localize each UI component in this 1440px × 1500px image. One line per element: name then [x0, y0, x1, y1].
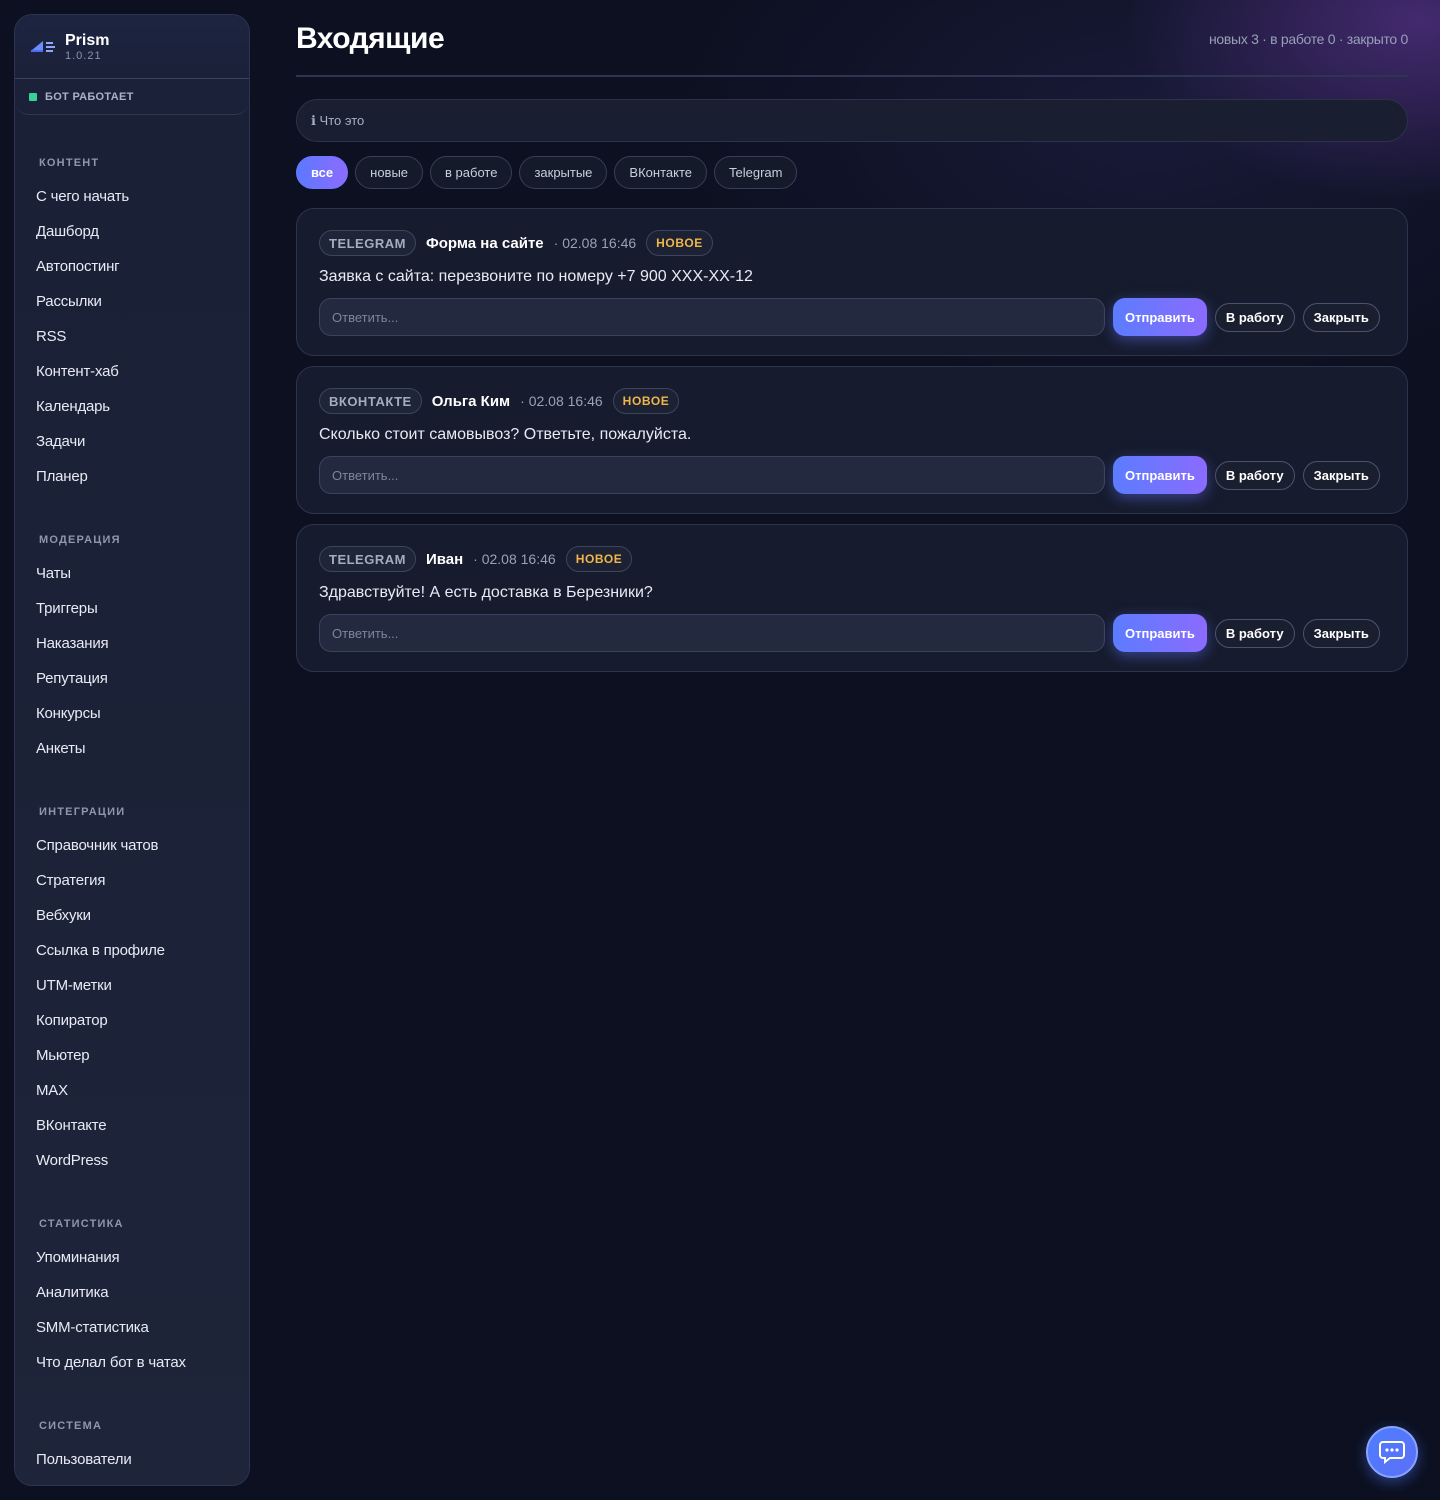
- close-message-button[interactable]: Закрыть: [1302, 302, 1380, 332]
- page-title: Входящие: [296, 21, 445, 55]
- sidebar-item-3-0[interactable]: Упоминания: [36, 1240, 249, 1275]
- message-meta: TELEGRAM Иван · 02.08 16:46 НОВОЕ: [319, 546, 1385, 572]
- nav-section-title: СИСТЕМА: [39, 1420, 103, 1432]
- message-author: Иван: [425, 550, 464, 568]
- message-text: Заявка с сайта: перезвоните по номеру +7…: [319, 268, 753, 285]
- nav-section-title: СТАТИСТИКА: [39, 1218, 124, 1230]
- brand-version: 1.0.21: [65, 49, 102, 62]
- filter-chips: все новые в работе закрытые ВКонтакте Telegra…: [296, 156, 1408, 189]
- status-badge: НОВОЕ: [612, 388, 680, 414]
- source-badge: ВКОНТАКТЕ: [319, 388, 422, 414]
- message-card: TELEGRAM Форма на сайте · 02.08 16:46 НОВОЕ…: [296, 208, 1408, 356]
- prism-logo-icon: [29, 36, 57, 58]
- sidebar-item-2-1[interactable]: Стратегия: [36, 863, 249, 898]
- status-badge: НОВОЕ: [646, 230, 713, 256]
- sidebar-item-0-1[interactable]: Дашборд: [36, 214, 249, 249]
- brand[interactable]: Prism 1.0.21: [15, 15, 249, 79]
- take-to-work-button[interactable]: В работу: [1214, 460, 1295, 490]
- message-author: Форма на сайте: [425, 234, 544, 252]
- sidebar-item-1-1[interactable]: Триггеры: [36, 591, 249, 626]
- filter-chip[interactable]: в работе: [430, 156, 513, 189]
- close-message-button[interactable]: Закрыть: [1302, 460, 1380, 490]
- message-actions: ОтправитьВ работуЗакрыть: [319, 456, 1385, 494]
- sidebar-item-3-3[interactable]: Что делал бот в чатах: [36, 1345, 249, 1380]
- sidebar: Prism 1.0.21 БОТ РАБОТАЕТ КОНТЕНТ С чего …: [14, 14, 250, 1486]
- reply-input[interactable]: [319, 298, 1105, 336]
- sidebar-item-0-5[interactable]: Контент-хаб: [36, 354, 249, 389]
- sidebar-item-0-6[interactable]: Календарь: [36, 389, 249, 424]
- what-is-this-toggle[interactable]: ℹ Что это: [296, 99, 1408, 142]
- bot-status: БОТ РАБОТАЕТ: [15, 79, 249, 115]
- page-header: Входящие новых 3 · в работе 0 · закрыто …: [296, 0, 1408, 77]
- message-actions: ОтправитьВ работуЗакрыть: [319, 614, 1385, 652]
- message-time: · 02.08 16:46: [553, 235, 637, 251]
- sidebar-item-1-4[interactable]: Конкурсы: [36, 696, 249, 731]
- sidebar-item-1-0[interactable]: Чаты: [36, 556, 249, 591]
- chat-fab-button[interactable]: [1366, 1426, 1418, 1478]
- filter-chip[interactable]: все: [296, 156, 349, 189]
- main-content: Входящие новых 3 · в работе 0 · закрыто …: [296, 0, 1408, 672]
- source-badge: TELEGRAM: [319, 230, 416, 256]
- take-to-work-button[interactable]: В работу: [1214, 618, 1295, 648]
- status-badge: НОВОЕ: [565, 546, 633, 572]
- sidebar-item-4-0[interactable]: Пользователи: [36, 1442, 249, 1477]
- reply-input[interactable]: [319, 614, 1105, 652]
- reply-input[interactable]: [319, 456, 1105, 494]
- sidebar-item-0-3[interactable]: Рассылки: [36, 284, 249, 319]
- message-time: · 02.08 16:46: [520, 393, 603, 409]
- message-actions: ОтправитьВ работуЗакрыть: [319, 298, 1385, 336]
- message-meta: ВКОНТАКТЕ Ольга Ким · 02.08 16:46 НОВОЕ: [319, 388, 1385, 414]
- sidebar-item-0-4[interactable]: RSS: [36, 319, 249, 354]
- message-text: Сколько стоит самовывоз? Ответьте, пожал…: [319, 426, 692, 443]
- message-list: TELEGRAM Форма на сайте · 02.08 16:46 НОВОЕ…: [296, 208, 1408, 672]
- sidebar-item-2-0[interactable]: Справочник чатов: [36, 828, 249, 863]
- nav-section-title: МОДЕРАЦИЯ: [39, 534, 121, 546]
- filter-chip[interactable]: новые: [355, 156, 424, 189]
- message-card: TELEGRAM Иван · 02.08 16:46 НОВОЕ Здравствуй…: [296, 524, 1408, 672]
- sidebar-item-4-1[interactable]: Кто что делал в панели: [36, 1477, 249, 1485]
- sidebar-item-2-8[interactable]: ВКонтакте: [36, 1108, 249, 1143]
- nav-section-title: ИНТЕГРАЦИИ: [39, 806, 126, 818]
- status-counts: новых 3 · в работе 0 · закрыто 0: [1209, 30, 1408, 47]
- filter-chip[interactable]: Telegram: [713, 156, 798, 189]
- sidebar-item-2-6[interactable]: Мьютер: [36, 1038, 249, 1073]
- send-button[interactable]: Отправить: [1113, 456, 1207, 494]
- brand-name: Prism: [65, 31, 110, 49]
- message-time: · 02.08 16:46: [473, 551, 556, 567]
- sidebar-item-0-0[interactable]: С чего начать: [36, 179, 249, 214]
- sidebar-item-3-1[interactable]: Аналитика: [36, 1275, 249, 1310]
- sidebar-item-2-5[interactable]: Копиратор: [36, 1003, 249, 1038]
- message-card: ВКОНТАКТЕ Ольга Ким · 02.08 16:46 НОВОЕ Скол…: [296, 366, 1408, 514]
- filter-chip[interactable]: закрытые: [519, 156, 608, 189]
- bot-status-label: БОТ РАБОТАЕТ: [45, 90, 134, 103]
- send-button[interactable]: Отправить: [1113, 298, 1207, 336]
- sidebar-item-1-3[interactable]: Репутация: [36, 661, 249, 696]
- chat-bubble-icon: [1379, 1441, 1405, 1464]
- sidebar-item-0-2[interactable]: Автопостинг: [36, 249, 249, 284]
- message-author: Ольга Ким: [431, 392, 511, 410]
- status-dot-icon: [29, 92, 37, 101]
- sidebar-item-0-7[interactable]: Задачи: [36, 424, 249, 459]
- sidebar-item-0-8[interactable]: Планер: [36, 459, 249, 494]
- sidebar-item-2-4[interactable]: UTM-метки: [36, 968, 249, 1003]
- sidebar-item-1-2[interactable]: Наказания: [36, 626, 249, 661]
- send-button[interactable]: Отправить: [1113, 614, 1207, 652]
- sidebar-item-2-7[interactable]: MAX: [36, 1073, 249, 1108]
- sidebar-nav: КОНТЕНТ С чего начать Дашборд Автопостинг Ра…: [15, 157, 249, 1485]
- filter-chip[interactable]: ВКонтакте: [614, 156, 707, 189]
- sidebar-item-1-5[interactable]: Анкеты: [36, 731, 249, 766]
- message-text: Здравствуйте! А есть доставка в Березник…: [319, 584, 653, 601]
- close-message-button[interactable]: Закрыть: [1302, 618, 1380, 648]
- sidebar-item-2-3[interactable]: Ссылка в профиле: [36, 933, 249, 968]
- take-to-work-button[interactable]: В работу: [1214, 302, 1295, 332]
- message-meta: TELEGRAM Форма на сайте · 02.08 16:46 НОВОЕ: [319, 230, 1385, 256]
- sidebar-item-2-2[interactable]: Вебхуки: [36, 898, 249, 933]
- sidebar-item-3-2[interactable]: SMM-статистика: [36, 1310, 249, 1345]
- sidebar-item-2-9[interactable]: WordPress: [36, 1143, 249, 1178]
- source-badge: TELEGRAM: [319, 546, 416, 572]
- nav-section-title: КОНТЕНТ: [39, 157, 100, 169]
